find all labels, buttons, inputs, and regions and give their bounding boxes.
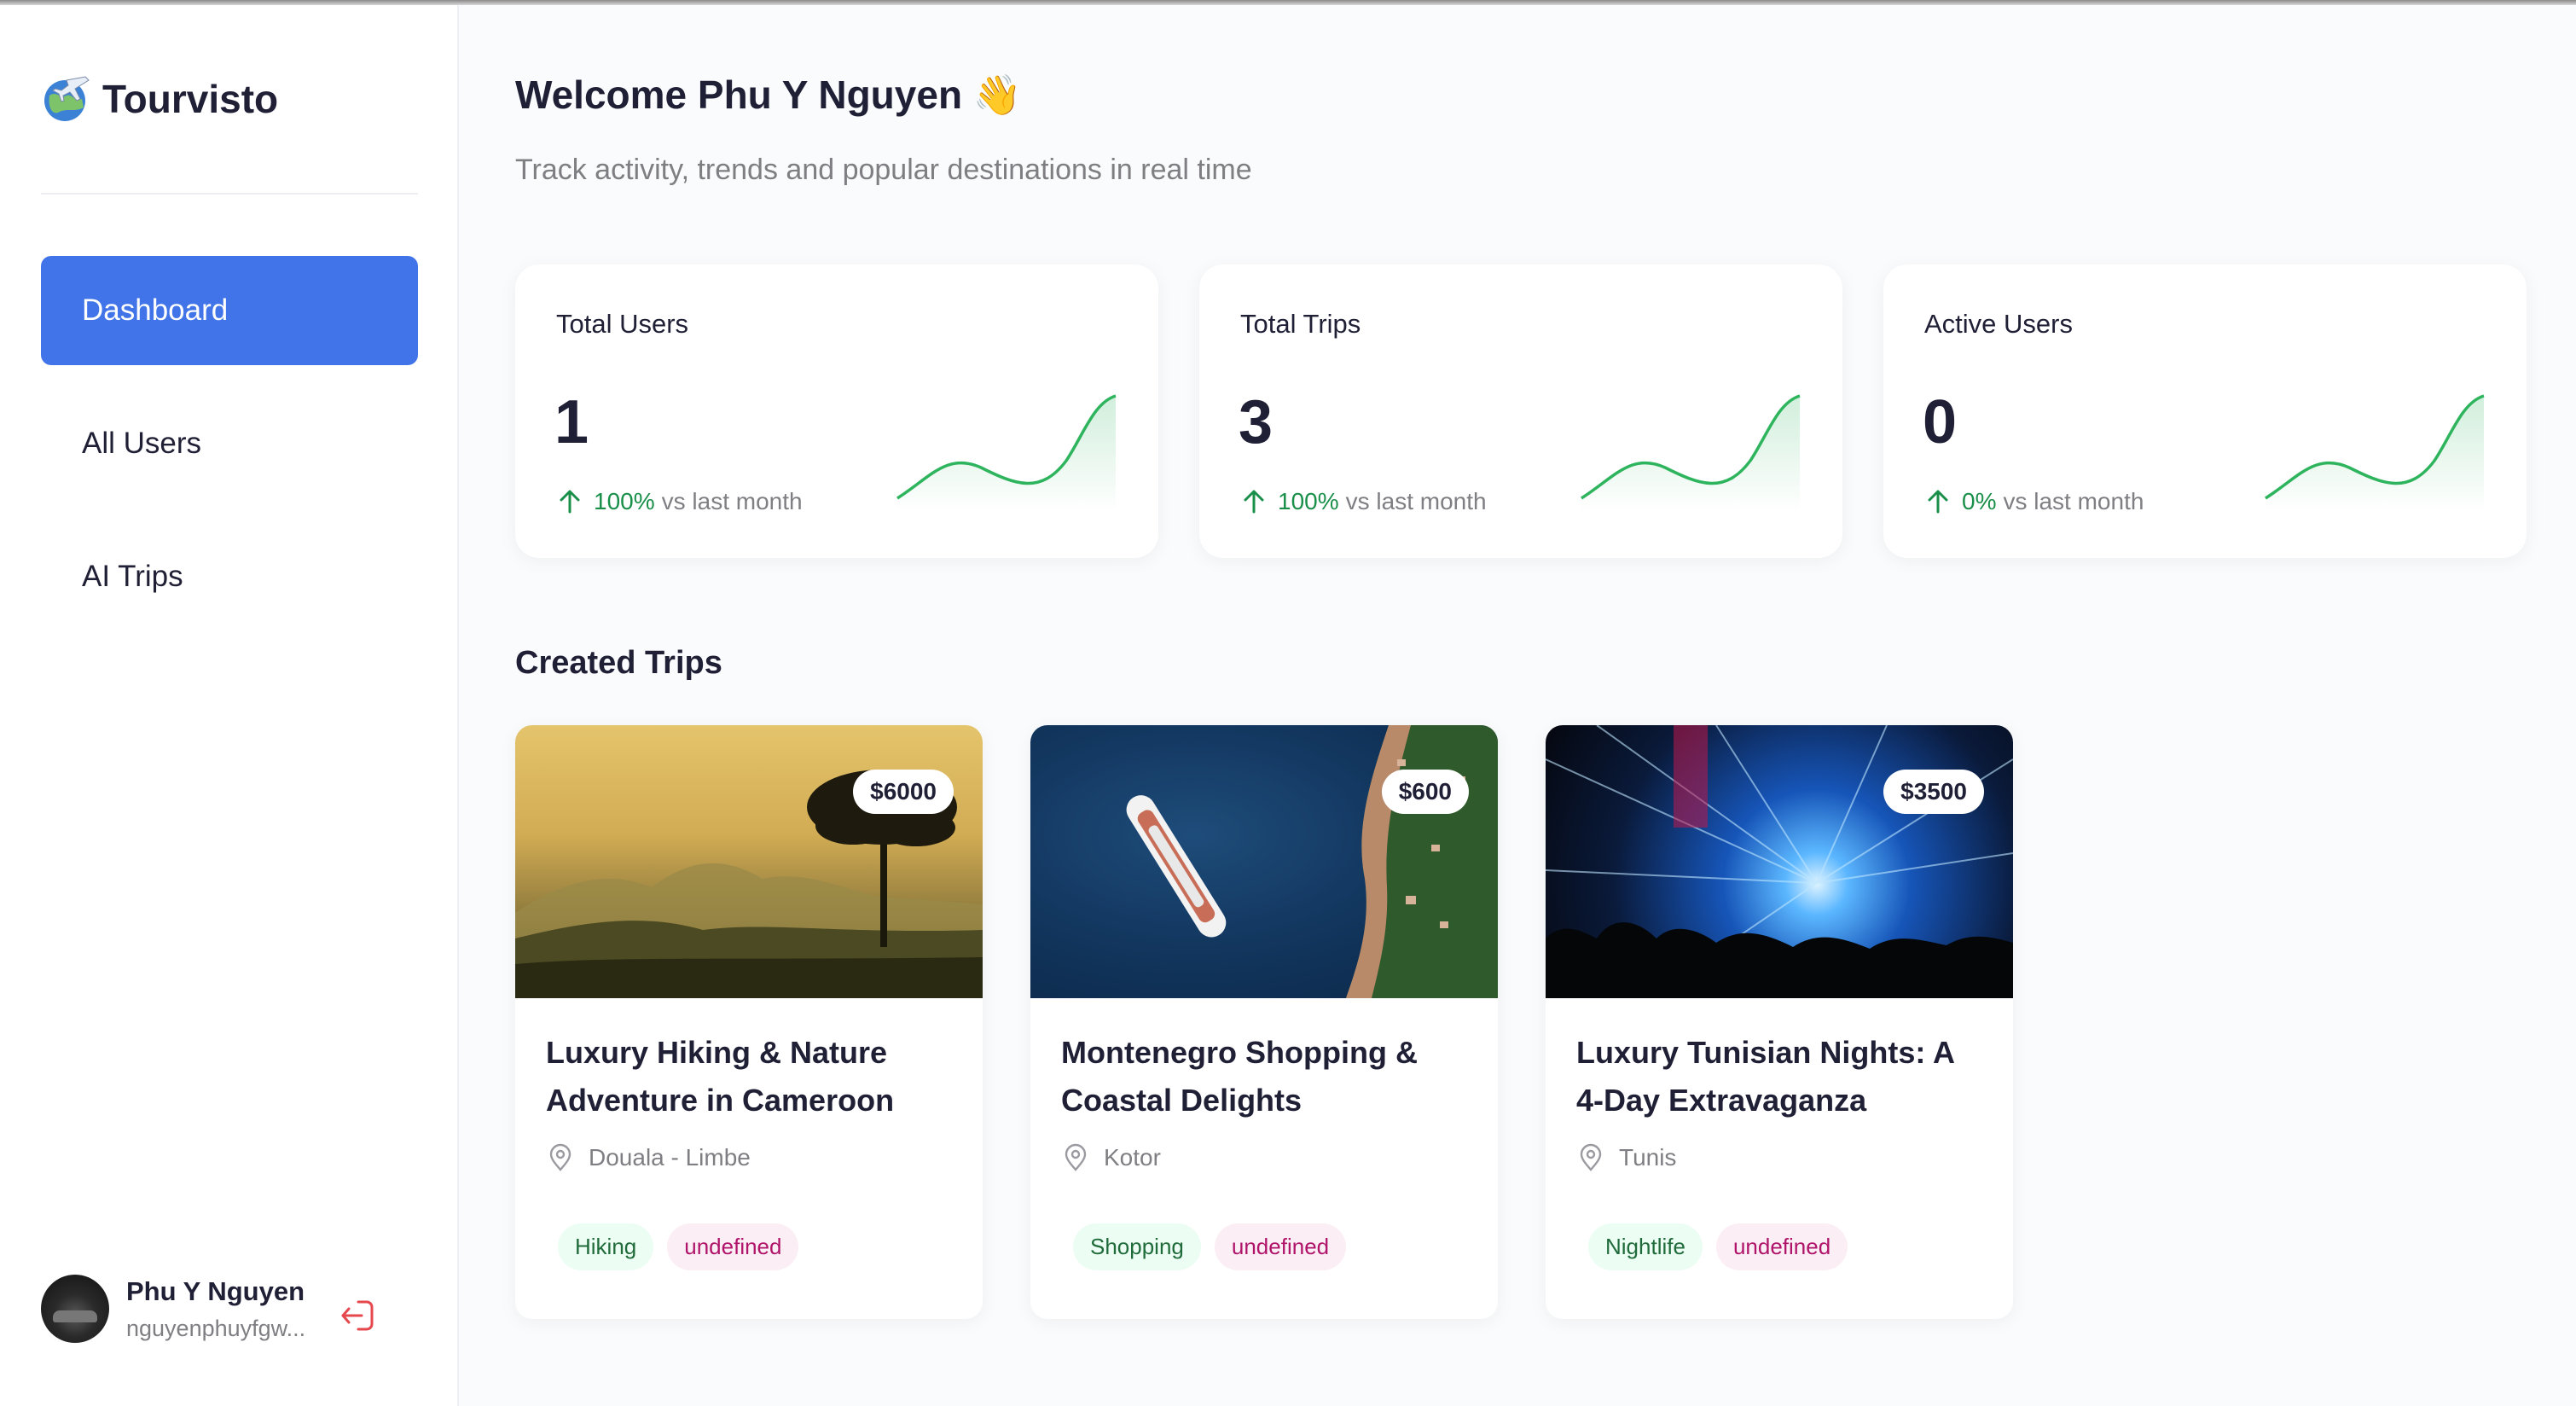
stat-label: Total Users bbox=[556, 309, 689, 339]
tag-style: undefined bbox=[667, 1223, 799, 1270]
stat-value: 3 bbox=[1239, 388, 1273, 456]
stat-change-suffix: vs last month bbox=[2003, 488, 2144, 514]
user-email: nguyenphuyfgw... bbox=[126, 1315, 306, 1341]
map-pin-icon bbox=[549, 1143, 571, 1171]
trip-card[interactable]: $6000 Luxury Hiking & Nature Adventure i… bbox=[515, 725, 983, 1319]
sidebar: Tourvisto Dashboard All Users AI Trips P… bbox=[0, 5, 459, 1406]
trip-location: Kotor bbox=[1061, 1143, 1161, 1172]
trip-image-scene bbox=[1126, 725, 1498, 998]
trips-grid: $6000 Luxury Hiking & Nature Adventure i… bbox=[515, 725, 2061, 1319]
trip-location-text: Kotor bbox=[1104, 1144, 1161, 1171]
price-badge: $600 bbox=[1381, 770, 1469, 814]
stat-card-total-users: Total Users 1 100% vs last month bbox=[515, 264, 1158, 558]
tag-interest: Shopping bbox=[1073, 1223, 1201, 1270]
trip-title: Luxury Tunisian Nights: A 4-Day Extravag… bbox=[1576, 1035, 1954, 1118]
trip-title: Montenegro Shopping & Coastal Delights bbox=[1061, 1035, 1418, 1118]
sidebar-item-all-users[interactable]: All Users bbox=[41, 389, 418, 498]
tag-style: undefined bbox=[1715, 1223, 1848, 1270]
stat-value: 1 bbox=[554, 388, 589, 456]
tag-style: undefined bbox=[1214, 1223, 1347, 1270]
sidebar-item-label: Dashboard bbox=[82, 293, 229, 327]
trip-tags: Nightlife undefined bbox=[1588, 1223, 1861, 1270]
trip-image: $600 bbox=[1030, 725, 1498, 998]
arrow-up-icon bbox=[560, 490, 580, 514]
stat-change-suffix: vs last month bbox=[1345, 488, 1487, 514]
user-info: Phu Y Nguyen nguyenphuyfgw... bbox=[126, 1276, 305, 1342]
trip-tags: Shopping undefined bbox=[1073, 1223, 1360, 1270]
stat-trend: 0% vs last month bbox=[1924, 488, 2144, 515]
trip-card[interactable]: $600 Montenegro Shopping & Coastal Delig… bbox=[1030, 725, 1498, 1319]
map-pin-icon bbox=[1580, 1143, 1602, 1171]
logout-icon[interactable] bbox=[338, 1295, 379, 1336]
trip-image: $3500 bbox=[1546, 725, 2013, 998]
stat-value: 0 bbox=[1923, 388, 1958, 456]
trend-sparkline bbox=[1581, 394, 1801, 512]
trip-image-scene bbox=[515, 770, 983, 998]
trip-tags: Hiking undefined bbox=[558, 1223, 812, 1270]
stat-change: 100% bbox=[1278, 488, 1339, 514]
arrow-up-icon bbox=[1928, 490, 1948, 514]
price-badge: $3500 bbox=[1883, 770, 1984, 814]
stat-change-suffix: vs last month bbox=[661, 488, 803, 514]
page-title: Welcome Phu Y Nguyen 👋 bbox=[515, 73, 1023, 117]
sidebar-divider bbox=[41, 193, 418, 195]
trip-location-text: Douala - Limbe bbox=[589, 1144, 751, 1171]
globe-plane-icon bbox=[44, 76, 90, 121]
brand-name: Tourvisto bbox=[102, 77, 279, 121]
stat-card-total-trips: Total Trips 3 100% vs last month bbox=[1199, 264, 1842, 558]
trip-image-scene bbox=[1546, 725, 2013, 998]
section-title-created-trips: Created Trips bbox=[515, 645, 722, 681]
stat-card-active-users: Active Users 0 0% vs last month bbox=[1883, 264, 2527, 558]
stat-change: 100% bbox=[594, 488, 655, 514]
avatar[interactable] bbox=[41, 1275, 109, 1343]
sidebar-nav: Dashboard All Users AI Trips bbox=[41, 256, 418, 655]
trip-location-text: Tunis bbox=[1619, 1144, 1677, 1171]
trip-location: Tunis bbox=[1576, 1143, 1676, 1172]
price-badge: $6000 bbox=[853, 770, 954, 814]
stat-label: Active Users bbox=[1924, 309, 2073, 339]
tag-interest: Hiking bbox=[558, 1223, 654, 1270]
stat-label: Total Trips bbox=[1240, 309, 1361, 339]
stat-trend: 100% vs last month bbox=[1240, 488, 1487, 515]
sidebar-item-dashboard[interactable]: Dashboard bbox=[41, 256, 418, 365]
trip-image: $6000 bbox=[515, 725, 983, 998]
stat-change: 0% bbox=[1962, 488, 1997, 514]
trip-location: Douala - Limbe bbox=[546, 1143, 751, 1172]
brand-logo[interactable]: Tourvisto bbox=[41, 73, 278, 125]
trip-card[interactable]: $3500 Luxury Tunisian Nights: A 4-Day Ex… bbox=[1546, 725, 2013, 1319]
trend-sparkline bbox=[2265, 394, 2485, 512]
trip-title: Luxury Hiking & Nature Adventure in Came… bbox=[546, 1035, 895, 1118]
map-pin-icon bbox=[1065, 1143, 1087, 1171]
arrow-up-icon bbox=[1244, 490, 1264, 514]
page-subtitle: Track activity, trends and popular desti… bbox=[515, 154, 1252, 186]
tag-interest: Nightlife bbox=[1588, 1223, 1703, 1270]
sidebar-item-label: AI Trips bbox=[82, 560, 183, 593]
stats-row: Total Users 1 100% vs last month Total T… bbox=[515, 264, 2527, 558]
trend-sparkline bbox=[896, 394, 1117, 512]
sidebar-item-ai-trips[interactable]: AI Trips bbox=[41, 522, 418, 631]
sidebar-item-label: All Users bbox=[82, 427, 202, 460]
user-name: Phu Y Nguyen bbox=[126, 1275, 305, 1306]
sidebar-user: Phu Y Nguyen nguyenphuyfgw... bbox=[41, 1275, 305, 1343]
stat-trend: 100% vs last month bbox=[556, 488, 803, 515]
